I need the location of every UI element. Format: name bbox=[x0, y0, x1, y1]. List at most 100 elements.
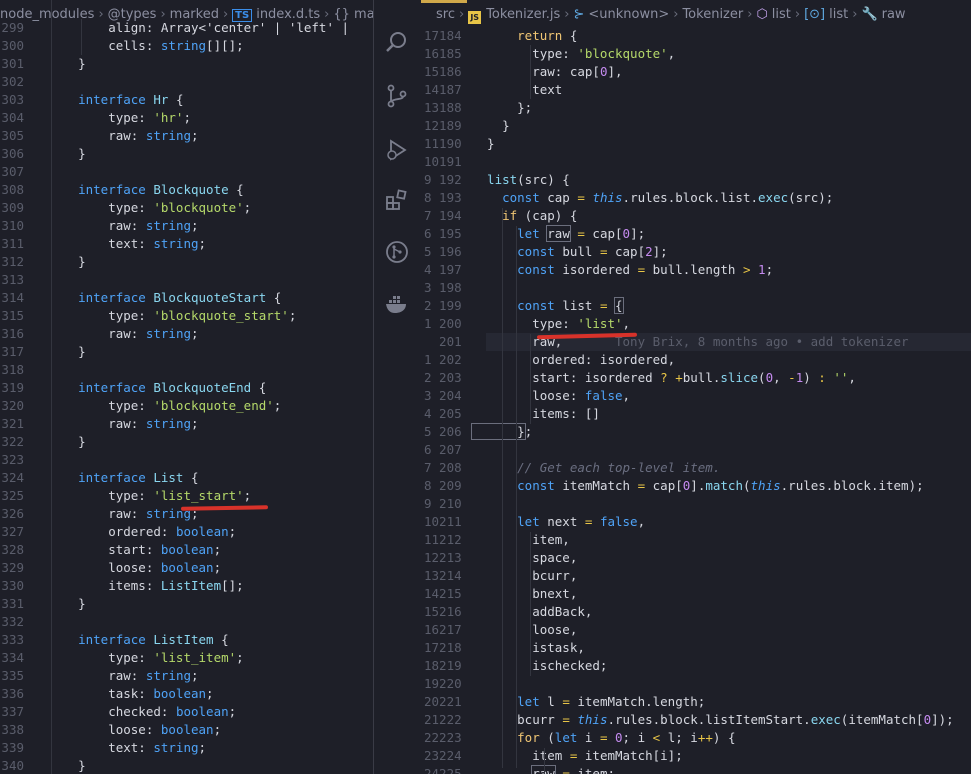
code-line[interactable]: const isordered = bull.length > 1; bbox=[472, 261, 773, 279]
code-line[interactable]: type: 'list_item'; bbox=[48, 649, 243, 667]
code-line[interactable]: type: 'blockquote', bbox=[472, 45, 675, 63]
code-line[interactable]: loose: boolean; bbox=[48, 721, 221, 739]
code-line[interactable]: interface Blockquote { bbox=[48, 181, 244, 199]
code-line[interactable]: return { bbox=[472, 27, 577, 45]
line-number: 1 200 bbox=[424, 316, 462, 331]
code-line[interactable]: bcurr, bbox=[472, 567, 577, 585]
code-line[interactable]: list(src) { bbox=[472, 171, 570, 189]
code-line[interactable]: // Get each top-level item. bbox=[472, 459, 720, 477]
code-line[interactable]: } bbox=[48, 343, 86, 361]
code-token: task: bbox=[48, 686, 154, 701]
code-line[interactable]: } bbox=[472, 135, 495, 153]
code-line[interactable]: type: 'blockquote'; bbox=[48, 199, 251, 217]
code-line[interactable]: bcurr = this.rules.block.listItemStart.e… bbox=[472, 711, 954, 729]
breadcrumb-raw[interactable]: raw bbox=[882, 7, 906, 22]
code-line[interactable]: raw: string; bbox=[48, 505, 198, 523]
code-line[interactable]: const cap = this.rules.block.list.exec(s… bbox=[472, 189, 833, 207]
code-line[interactable]: type: 'list_start'; bbox=[48, 487, 251, 505]
code-line[interactable]: const itemMatch = cap[0].match(this.rule… bbox=[472, 477, 924, 495]
left-editor-pane[interactable]: node_modules › @types › marked › TS index.d.ts ›… bbox=[0, 0, 373, 774]
code-token: raw: bbox=[48, 218, 146, 233]
breadcrumb-src[interactable]: src bbox=[436, 7, 455, 22]
code-line[interactable]: type: 'list', bbox=[472, 315, 630, 333]
breadcrumb-unknown[interactable]: <unknown> bbox=[588, 7, 669, 22]
code-line[interactable]: } bbox=[48, 757, 86, 774]
line-number: 326 bbox=[1, 506, 24, 521]
code-line[interactable]: let next = false, bbox=[472, 513, 645, 531]
line-number: 311 bbox=[1, 236, 24, 251]
right-editor-pane[interactable]: src › JS Tokenizer.js › ⊱ <unknown> › Tokenizer ›… bbox=[374, 0, 971, 774]
code-line[interactable]: text: string; bbox=[48, 235, 206, 253]
code-line[interactable]: let raw = cap[0]; bbox=[472, 225, 645, 243]
code-line[interactable]: raw: string; bbox=[48, 217, 198, 235]
code-line[interactable]: space, bbox=[472, 549, 577, 567]
code-line[interactable]: cells: string[][]; bbox=[48, 37, 243, 55]
git-graph-icon[interactable] bbox=[384, 240, 410, 266]
code-line[interactable]: raw: cap[0], bbox=[472, 63, 622, 81]
code-line[interactable]: align: Array<'center' | 'left' | bbox=[48, 19, 357, 37]
code-line[interactable]: type: 'blockquote_start'; bbox=[48, 307, 296, 325]
code-token: let bbox=[472, 514, 540, 529]
code-line[interactable]: text bbox=[472, 81, 562, 99]
code-line[interactable]: } bbox=[48, 145, 86, 163]
code-line[interactable]: } bbox=[472, 117, 510, 135]
code-line[interactable]: addBack, bbox=[472, 603, 592, 621]
code-line[interactable]: bnext, bbox=[472, 585, 577, 603]
code-line[interactable]: start: boolean; bbox=[48, 541, 221, 559]
code-line[interactable]: items: ListItem[]; bbox=[48, 577, 243, 595]
code-line[interactable]: loose, bbox=[472, 621, 577, 639]
line-number: 329 bbox=[1, 560, 24, 575]
code-line[interactable]: raw: string; bbox=[48, 127, 198, 145]
code-line[interactable]: interface BlockquoteEnd { bbox=[48, 379, 266, 397]
indent-guide bbox=[51, 0, 52, 774]
code-line[interactable]: for (let i = 0; i < l; i++) { bbox=[472, 729, 735, 747]
code-line[interactable]: } bbox=[48, 253, 86, 271]
code-line[interactable]: interface Hr { bbox=[48, 91, 183, 109]
code-line[interactable]: raw: string; bbox=[48, 325, 198, 343]
code-line[interactable]: text: string; bbox=[48, 739, 206, 757]
breadcrumb-tokenizer-js[interactable]: Tokenizer.js bbox=[486, 7, 560, 22]
code-line[interactable]: type: 'blockquote_end'; bbox=[48, 397, 281, 415]
code-line[interactable]: interface List { bbox=[48, 469, 198, 487]
code-line[interactable]: interface BlockquoteStart { bbox=[48, 289, 281, 307]
code-token: loose, bbox=[472, 622, 578, 637]
code-line[interactable]: type: 'hr'; bbox=[48, 109, 191, 127]
code-token: type: bbox=[48, 398, 154, 413]
code-line[interactable]: ordered: boolean; bbox=[48, 523, 236, 541]
breadcrumb-list-method[interactable]: list bbox=[772, 7, 791, 22]
code-token: boolean bbox=[153, 686, 207, 701]
code-token: } bbox=[472, 136, 495, 151]
code-token: raw: cap[ bbox=[472, 64, 600, 79]
code-token: ; bbox=[213, 560, 222, 575]
code-line[interactable]: } bbox=[48, 55, 86, 73]
code-token: list bbox=[554, 298, 600, 313]
code-line[interactable]: istask, bbox=[472, 639, 585, 657]
code-line[interactable]: items: [] bbox=[472, 405, 600, 423]
breadcrumb-tokenizer[interactable]: Tokenizer bbox=[682, 7, 743, 22]
source-control-icon[interactable] bbox=[384, 84, 410, 110]
code-line[interactable]: const list = { bbox=[472, 297, 624, 315]
code-line[interactable]: if (cap) { bbox=[472, 207, 577, 225]
code-line[interactable]: task: boolean; bbox=[48, 685, 213, 703]
run-debug-icon[interactable] bbox=[384, 138, 410, 164]
code-line[interactable]: loose: false, bbox=[472, 387, 630, 405]
code-line[interactable]: let l = itemMatch.length; bbox=[472, 693, 705, 711]
docker-icon[interactable] bbox=[384, 292, 410, 318]
code-line[interactable]: item, bbox=[472, 531, 570, 549]
code-line[interactable]: loose: boolean; bbox=[48, 559, 221, 577]
code-line[interactable]: checked: boolean; bbox=[48, 703, 236, 721]
code-line[interactable]: } bbox=[48, 433, 86, 451]
code-line[interactable]: raw: string; bbox=[48, 415, 198, 433]
code-line[interactable]: raw: string; bbox=[48, 667, 198, 685]
code-line[interactable]: } bbox=[48, 595, 86, 613]
line-number: 6 207 bbox=[424, 442, 462, 457]
code-line[interactable]: item = itemMatch[i]; bbox=[472, 747, 683, 765]
code-token: ListItem bbox=[153, 632, 214, 647]
code-line[interactable]: ischecked; bbox=[472, 657, 607, 675]
extensions-icon[interactable] bbox=[384, 188, 410, 214]
code-line[interactable]: interface ListItem { bbox=[48, 631, 229, 649]
breadcrumb-list-variable[interactable]: list bbox=[829, 7, 848, 22]
code-line[interactable]: }; bbox=[472, 99, 532, 117]
search-icon[interactable] bbox=[384, 30, 410, 56]
code-token: } bbox=[48, 344, 86, 359]
